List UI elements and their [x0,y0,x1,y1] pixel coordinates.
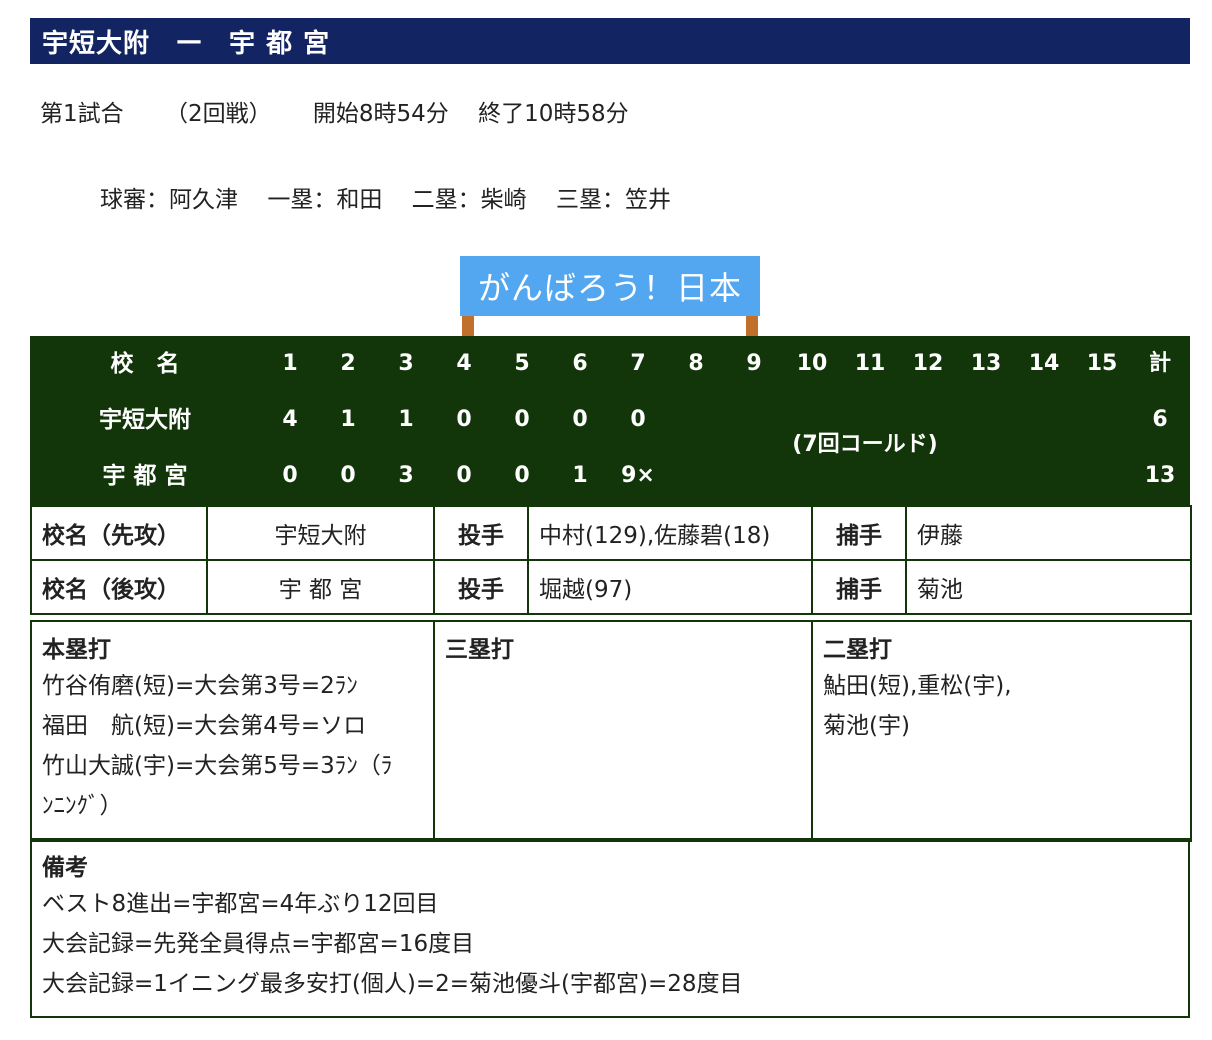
remark-entry: ベスト8進出=宇都宮=4年ぶり12回目 [42,891,439,917]
extra-base-hits-table: 本塁打 竹谷侑磨(短)=大会第3号=2ﾗﾝ 福田 航(短)=大会第4号=ソロ 竹… [30,620,1192,842]
batting-first-label: 校名（先攻） [30,505,208,561]
umpire-third: 三塁：笠井 [555,187,671,213]
page: 宇短大附 — 宇 都 宮 第1試合 （2回戦） 開始8時54分 終了10時58分… [0,0,1212,1040]
umpire-plate: 球審：阿久津 [100,187,238,213]
team-2-inning-2: 0 [340,463,356,488]
team-1-inning-5: 0 [514,407,530,432]
doubles-label: 二塁打 [823,637,892,663]
lineup-row-first: 校名（先攻） 宇短大附 投手 中村(129),佐藤碧(18) 捕手 伊藤 [30,505,1192,561]
scoreboard-team-1-name: 宇短大附 [99,407,191,433]
inning-header-11: 11 [854,351,886,376]
remarks-box: 備考 ベスト8進出=宇都宮=4年ぶり12回目 大会記録=先発全員得点=宇都宮=1… [30,838,1190,1018]
batting-second-label: 校名（後攻） [30,559,208,615]
total-header: 計 [1148,351,1171,376]
start-time: 開始8時54分 [312,101,449,127]
pitcher-label: 投手 [433,559,529,615]
inning-header-4: 4 [456,351,472,376]
inning-header-5: 5 [514,351,530,376]
batting-second-team: 宇 都 宮 [206,559,435,615]
home-run-entry: ﾝﾆﾝｸﾞ） [42,793,123,819]
remarks-label: 備考 [42,855,88,881]
team-1-inning-1: 4 [282,407,298,432]
team-2-inning-6: 1 [572,463,588,488]
team-1-inning-4: 0 [456,407,472,432]
team-1-inning-7: 0 [630,407,646,432]
home-runs-label: 本塁打 [42,637,111,663]
inning-header-10: 10 [796,351,828,376]
lineup-table: 校名（先攻） 宇短大附 投手 中村(129),佐藤碧(18) 捕手 伊藤 校名（… [30,505,1192,615]
batting-second-catcher: 菊池 [905,559,1192,615]
umpire-second: 二塁：柴崎 [411,187,527,213]
team-1-total: 6 [1152,407,1168,432]
remark-entry: 大会記録=1イニング最多安打(個人)=2=菊池優斗(宇都宮)=28度目 [42,971,743,997]
inning-header-15: 15 [1086,351,1118,376]
page-title: 宇短大附 — 宇 都 宮 [30,18,1190,64]
match-info: 第1試合 （2回戦） 開始8時54分 終了10時58分 [40,94,663,128]
team-2-inning-3: 3 [398,463,414,488]
extra-base-hits-row: 本塁打 竹谷侑磨(短)=大会第3号=2ﾗﾝ 福田 航(短)=大会第4号=ソロ 竹… [30,620,1192,842]
inning-header-12: 12 [912,351,944,376]
lineup-row-second: 校名（後攻） 宇 都 宮 投手 堀越(97) 捕手 菊池 [30,559,1192,615]
inning-header-6: 6 [572,351,588,376]
end-time: 終了10時58分 [478,101,629,127]
doubles-cell: 二塁打 鮎田(短),重松(宇), 菊池(宇) [811,620,1192,842]
scoreboard: 校 名 1 2 3 4 5 6 7 8 9 10 11 12 13 14 15 … [30,336,1190,506]
game-round: （2回戦） [164,101,272,127]
team-2-total: 13 [1144,463,1176,488]
called-game-note: (7回コールド) [792,432,938,457]
scoreboard-name-header: 校 名 [110,351,180,377]
double-entry: 菊池(宇) [823,713,910,739]
triples-cell: 三塁打 [433,620,813,842]
team-2-inning-5: 0 [514,463,530,488]
triples-label: 三塁打 [445,637,514,663]
team-2-inning-4: 0 [456,463,472,488]
batting-first-catcher: 伊藤 [905,505,1192,561]
sign-post-left [462,316,474,338]
inning-header-7: 7 [630,351,646,376]
team-1-inning-3: 1 [398,407,414,432]
team-1-inning-2: 1 [340,407,356,432]
batting-first-pitchers: 中村(129),佐藤碧(18) [527,505,813,561]
team-2-inning-7: 9× [621,463,655,488]
ganbarou-banner: がんばろう！日本 [460,256,760,316]
team-2-inning-1: 0 [282,463,298,488]
inning-header-1: 1 [282,351,298,376]
double-entry: 鮎田(短),重松(宇), [823,673,1012,699]
inning-header-2: 2 [340,351,356,376]
title-separator: — [176,26,204,56]
inning-header-14: 14 [1028,351,1060,376]
inning-header-3: 3 [398,351,414,376]
pitcher-label: 投手 [433,505,529,561]
home-runs-cell: 本塁打 竹谷侑磨(短)=大会第3号=2ﾗﾝ 福田 航(短)=大会第4号=ソロ 竹… [30,620,435,842]
inning-header-8: 8 [688,351,704,376]
home-run-entry: 竹山大誠(宇)=大会第5号=3ﾗﾝ（ﾗ [42,753,393,779]
scoreboard-team-2-name: 宇 都 宮 [102,463,188,489]
catcher-label: 捕手 [811,559,907,615]
inning-header-13: 13 [970,351,1002,376]
sign-post-right [746,316,758,338]
home-run-entry: 竹谷侑磨(短)=大会第3号=2ﾗﾝ [42,673,358,699]
home-run-entry: 福田 航(短)=大会第4号=ソロ [42,713,367,739]
title-away-team: 宇 都 宮 [229,28,331,59]
umpire-first: 一塁：和田 [267,187,383,213]
batting-second-pitchers: 堀越(97) [527,559,813,615]
inning-header-9: 9 [746,351,762,376]
umpires: 球審：阿久津 一塁：和田 二塁：柴崎 三塁：笠井 [100,180,693,214]
game-number: 第1試合 [40,101,124,127]
remark-entry: 大会記録=先発全員得点=宇都宮=16度目 [42,931,475,957]
catcher-label: 捕手 [811,505,907,561]
team-1-inning-6: 0 [572,407,588,432]
batting-first-team: 宇短大附 [206,505,435,561]
title-home-team: 宇短大附 [42,28,151,59]
